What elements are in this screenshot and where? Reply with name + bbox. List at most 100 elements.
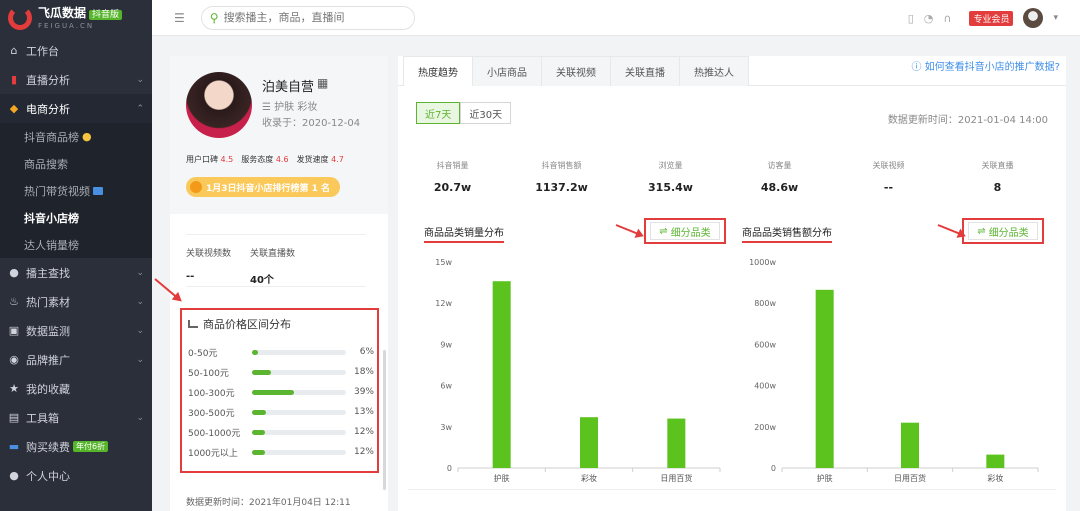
shop-profile-card: 泊美自营 ▦ ☰ 护肤 彩妆 收录于：2020-12-04 用户口碑 4.5 服…	[170, 56, 388, 511]
bar[interactable]	[667, 418, 686, 468]
bar[interactable]	[492, 281, 511, 468]
price-range-track	[252, 349, 346, 355]
sidebar: 飞瓜数据 抖音版 FEIGUA.CN ⌂ 工作台 ▮ 直播分析 ⌄ ◆ 电商分析 ⌃ 抖音商…	[0, 0, 152, 511]
bar[interactable]	[986, 454, 1005, 468]
x-tick-label: 护肤	[817, 473, 833, 483]
user-avatar[interactable]	[1023, 8, 1044, 28]
tab-hot-talents[interactable]: 热推达人	[679, 56, 749, 86]
range-7-days[interactable]: 近7天	[416, 102, 461, 124]
price-range-label: 1000元以上	[188, 448, 238, 459]
rank-badge[interactable]: 1月3日抖音小店排行榜第 1 名	[186, 177, 341, 197]
bell-icon[interactable]: ◔	[924, 12, 934, 25]
detail-category-button[interactable]: ⇌ 细分品类	[962, 218, 1044, 244]
chevron-down-icon: ⌄	[136, 412, 144, 423]
main-panel: 热度趋势 小店商品 关联视频 关联直播 热推达人 ⓘ 如何查看抖音小店的推广数据…	[398, 56, 1066, 511]
shop-avatar	[186, 72, 252, 138]
search-box[interactable]: ⚲	[200, 5, 415, 30]
home-icon: ⌂	[10, 44, 18, 57]
logo[interactable]: 飞瓜数据 抖音版 FEIGUA.CN	[0, 0, 152, 36]
sidebar-sub-shop-rank[interactable]: 抖音小店榜	[0, 204, 152, 231]
chevron-down-icon: ⌄	[136, 74, 144, 85]
menu-toggle-icon[interactable]: ☰	[174, 11, 185, 25]
search-input[interactable]	[223, 11, 404, 24]
brand-name: 飞瓜数据	[38, 5, 87, 20]
scrollbar[interactable]	[383, 350, 386, 490]
kpi-item: 抖音销售额 1137.2w	[535, 161, 588, 194]
sidebar-item-profile[interactable]: ● 个人中心	[0, 461, 152, 490]
kpi-item: 关联视频 --	[872, 161, 905, 194]
divider	[186, 234, 366, 235]
chevron-up-icon: ⌃	[136, 103, 144, 114]
data-update-time: 数据更新时间：2021-01-04 14:00	[887, 115, 1048, 126]
price-range-pct: 12%	[353, 427, 374, 437]
bar[interactable]	[815, 289, 834, 468]
headset-icon[interactable]: ∩	[943, 12, 951, 25]
tab-heat-trend[interactable]: 热度趋势	[403, 56, 473, 86]
bar[interactable]	[580, 417, 598, 468]
top-bar: ☰ ⚲ ▯ ◔ ∩ 专业会员 ▾	[152, 0, 1080, 36]
price-range-row: 300-500元 13%	[188, 406, 374, 419]
price-range-fill	[252, 449, 265, 455]
sidebar-sub-talent-sales[interactable]: 达人销量榜	[0, 231, 152, 258]
price-range-fill	[252, 389, 295, 395]
qr-code-icon[interactable]: ▦	[317, 76, 328, 90]
shop-categories: 护肤 彩妆	[274, 102, 318, 113]
price-range-track	[252, 449, 346, 455]
sidebar-item-favorites[interactable]: ★ 我的收藏	[0, 374, 152, 403]
crown-icon	[190, 181, 202, 193]
bar-chart-icon: ▮	[10, 73, 18, 86]
detail-category-button[interactable]: ⇌ 细分品类	[644, 218, 726, 244]
sidebar-sub-douyin-goods[interactable]: 抖音商品榜 ●	[0, 123, 152, 150]
sidebar-item-live-analysis[interactable]: ▮ 直播分析 ⌄	[0, 65, 152, 94]
divider	[408, 489, 1056, 490]
y-tick-label: 15w	[435, 258, 452, 267]
chart-axis-icon	[188, 320, 198, 328]
price-range-track	[252, 389, 346, 395]
y-tick-label: 12w	[435, 299, 452, 308]
mobile-icon[interactable]: ▯	[908, 12, 914, 25]
sidebar-sub-goods-search[interactable]: 商品搜索	[0, 150, 152, 177]
y-tick-label: 0	[447, 464, 452, 473]
sidebar-sub-hot-videos[interactable]: 热门带货视频	[0, 177, 152, 204]
caret-down-icon[interactable]: ▾	[1053, 13, 1058, 23]
price-range-label: 300-500元	[188, 408, 235, 419]
toolbox-icon: ▤	[8, 411, 20, 424]
sidebar-item-toolbox[interactable]: ▤ 工具箱 ⌄	[0, 403, 152, 432]
kpi-item: 访客量 48.6w	[760, 161, 799, 194]
chevron-down-icon: ⌄	[136, 354, 144, 365]
medal-icon: ●	[82, 130, 92, 143]
tab-related-lives[interactable]: 关联直播	[610, 56, 680, 86]
price-range-fill	[252, 349, 259, 355]
kpi-item: 浏览量 315.4w	[648, 161, 693, 194]
y-tick-label: 1000w	[749, 258, 776, 267]
list-icon: ☰	[262, 102, 275, 113]
chart-title: 商品品类销量分布	[424, 224, 504, 243]
vip-badge[interactable]: 专业会员	[969, 10, 1014, 26]
filter-icon: ⇌	[977, 225, 986, 237]
help-link[interactable]: ⓘ 如何查看抖音小店的推广数据?	[912, 58, 1061, 73]
search-user-icon: ●	[9, 266, 19, 279]
bar[interactable]	[901, 422, 919, 468]
tab-shop-goods[interactable]: 小店商品	[472, 56, 542, 86]
sidebar-item-purchase[interactable]: ▬ 购买续费 年付6折	[0, 432, 152, 461]
monitor-icon: ▣	[8, 324, 20, 337]
y-tick-label: 3w	[440, 423, 452, 432]
price-range-pct: 6%	[359, 347, 374, 357]
fire-icon: ♨	[9, 295, 19, 308]
sidebar-item-anchor-search[interactable]: ● 播主查找 ⌄	[0, 258, 152, 287]
sidebar-item-brand-promo[interactable]: ◉ 品牌推广 ⌄	[0, 345, 152, 374]
sidebar-item-hot-material[interactable]: ♨ 热门素材 ⌄	[0, 287, 152, 316]
help-icon: ⓘ	[911, 62, 925, 73]
sidebar-item-monitor[interactable]: ▣ 数据监测 ⌄	[0, 316, 152, 345]
shop-included-date: 收录于：2020-12-04	[262, 118, 361, 129]
tab-related-videos[interactable]: 关联视频	[541, 56, 611, 86]
range-30-days[interactable]: 近30天	[460, 102, 512, 124]
related-video-value: --	[186, 271, 195, 282]
discount-tag: 年付6折	[73, 441, 109, 452]
price-range-track	[252, 429, 346, 435]
y-tick-label: 400w	[754, 382, 776, 391]
price-distribution-title: 商品价格区间分布	[203, 318, 291, 331]
sidebar-item-ecommerce[interactable]: ◆ 电商分析 ⌃	[0, 94, 152, 123]
sidebar-item-workbench[interactable]: ⌂ 工作台	[0, 36, 152, 65]
price-range-fill	[252, 429, 265, 435]
